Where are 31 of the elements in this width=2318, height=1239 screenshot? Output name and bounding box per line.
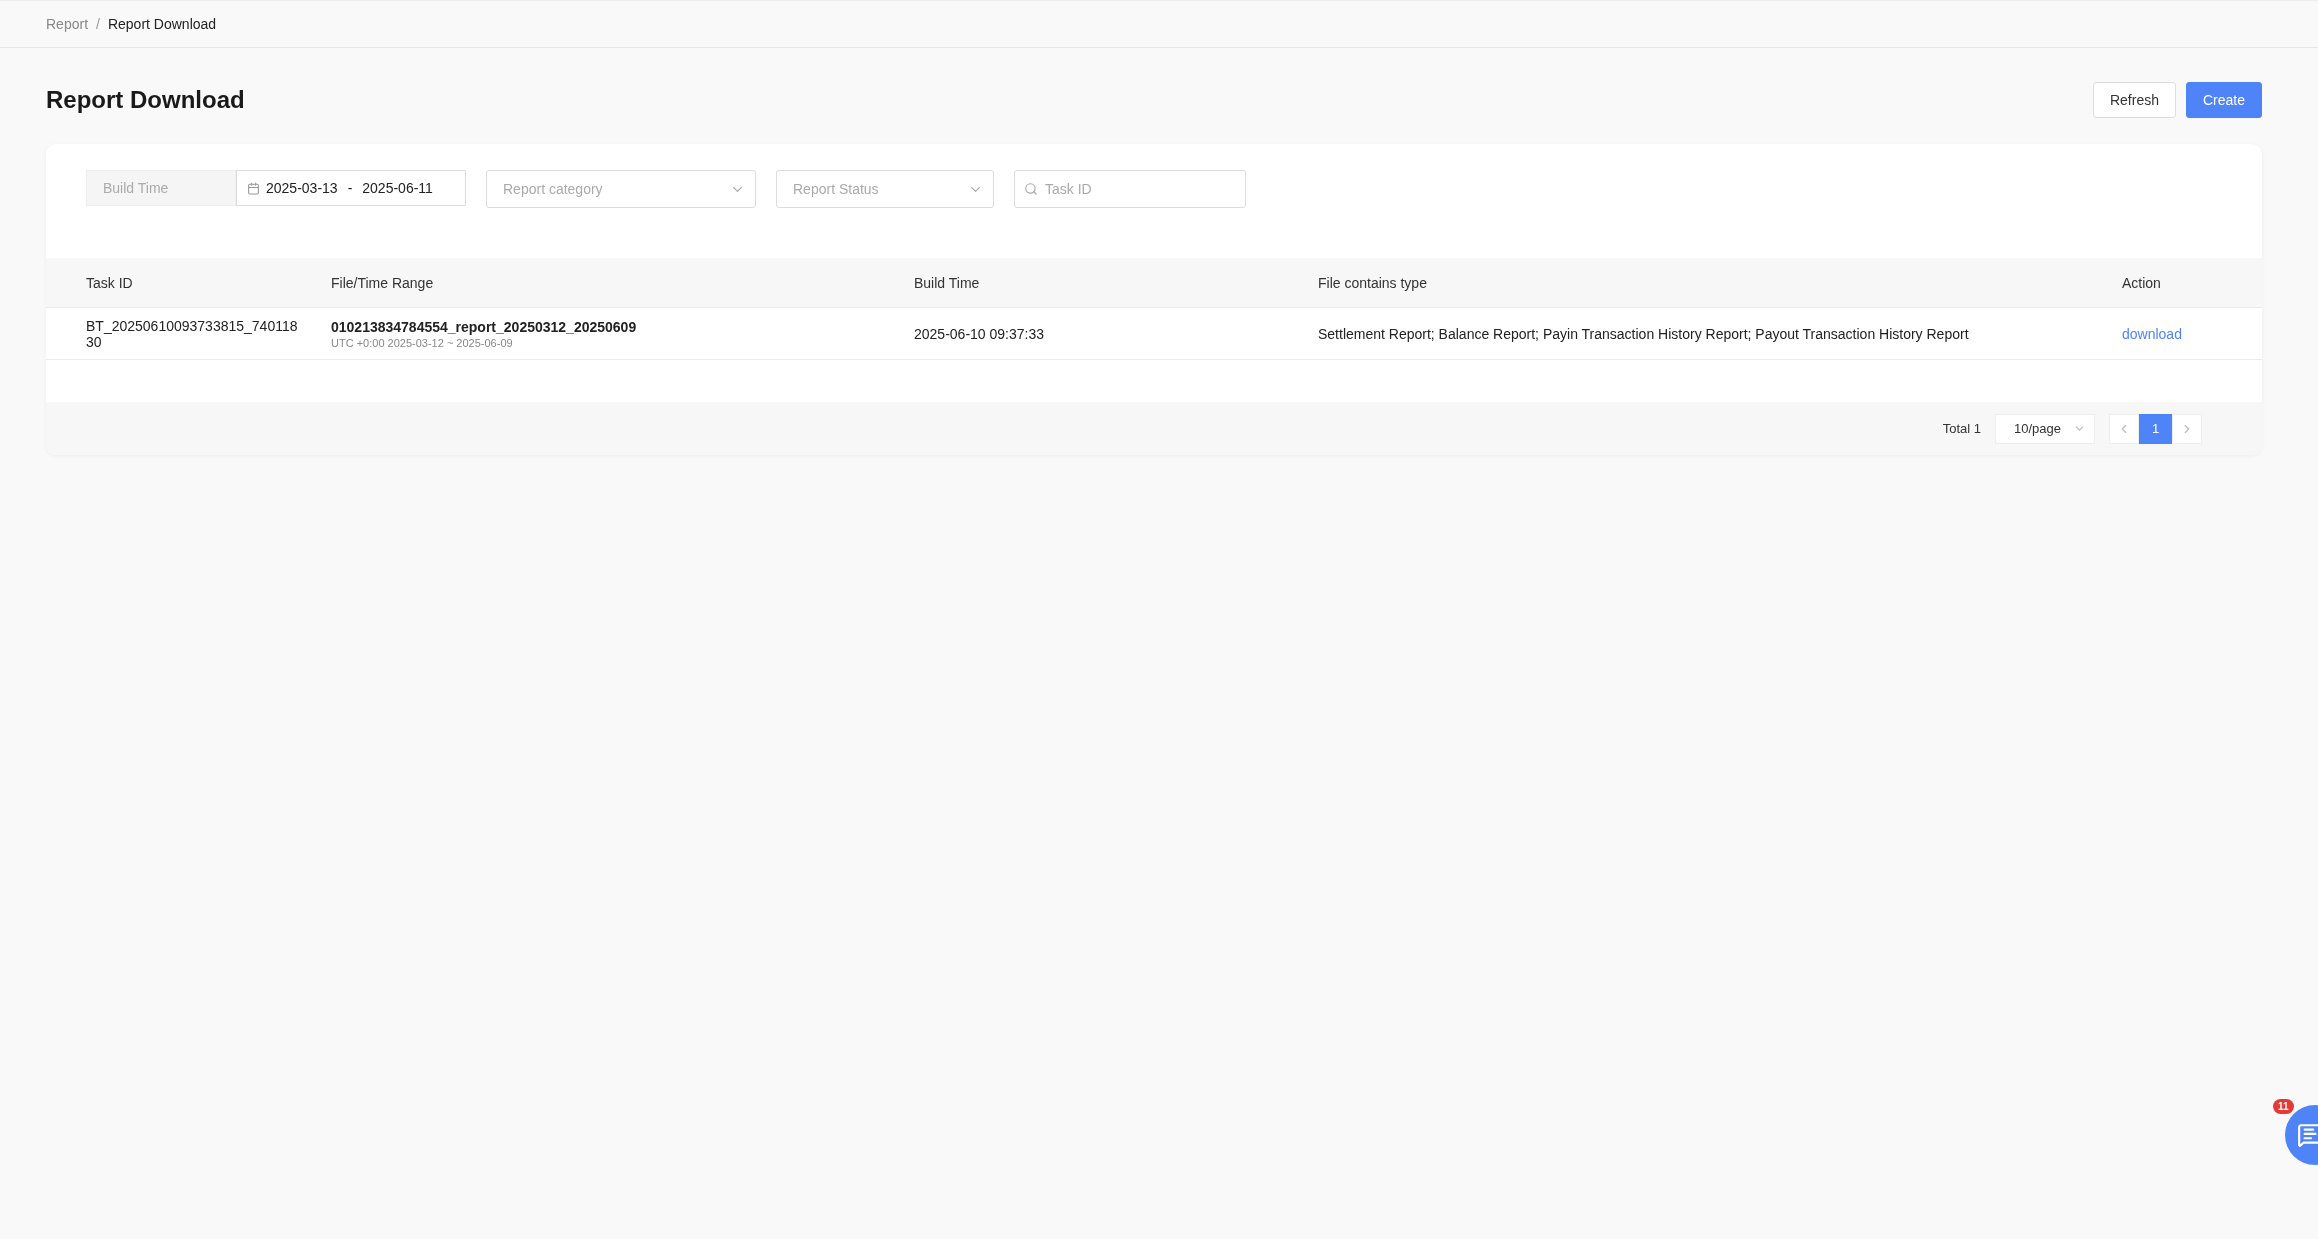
chat-icon: [2297, 1122, 2318, 1148]
page-size-select[interactable]: 10/page: [1995, 413, 2095, 444]
column-header: Build Time: [913, 274, 981, 291]
page-button[interactable]: 1: [2139, 413, 2172, 444]
page-title: Report Download: [46, 86, 245, 114]
build-time-label: Build Time: [86, 170, 236, 206]
table-cell-text: Settlement Report; Balance Report; Payin Transaction History Report; Payout Transaction History Report: [1318, 325, 1970, 342]
breadcrumb-item[interactable]: Report: [46, 16, 89, 32]
report-status-select[interactable]: Report Status: [776, 170, 994, 208]
table-cell: BT_20250610093733815_74011830: [86, 317, 299, 350]
next-page-button[interactable]: [2172, 413, 2202, 444]
column-header: File contains type: [1317, 274, 1428, 291]
breadcrumb-item: Report Download: [107, 16, 217, 32]
time-range: UTC +0:00 2025-03-12 ~ 2025-06-09: [331, 336, 514, 349]
table-cell-text: 2025-06-10 09:37:33: [914, 325, 1045, 342]
download-link[interactable]: download: [2122, 325, 2182, 342]
file-name: 010213834784554_report_20250312_20250609: [331, 318, 638, 335]
date-range-field[interactable]: 2025-03-13 - 2025-06-11: [236, 170, 466, 206]
total-count: Total 1: [1942, 421, 1981, 436]
notification-badge: 11: [2273, 1099, 2294, 1114]
task-id-search-field[interactable]: Task ID: [1014, 170, 1246, 208]
breadcrumb-separator: /: [96, 16, 100, 32]
previous-page-button[interactable]: [2109, 413, 2139, 444]
column-header: Action: [2121, 274, 2162, 291]
refresh-button[interactable]: Refresh: [2092, 82, 2176, 118]
report-category-select[interactable]: Report category: [486, 170, 756, 208]
search-icon: [1024, 182, 1038, 196]
column-header: File/Time Range: [330, 274, 435, 291]
column-header: Task ID: [85, 274, 134, 291]
create-button[interactable]: Create: [2185, 82, 2262, 118]
calendar-icon: [247, 181, 260, 195]
